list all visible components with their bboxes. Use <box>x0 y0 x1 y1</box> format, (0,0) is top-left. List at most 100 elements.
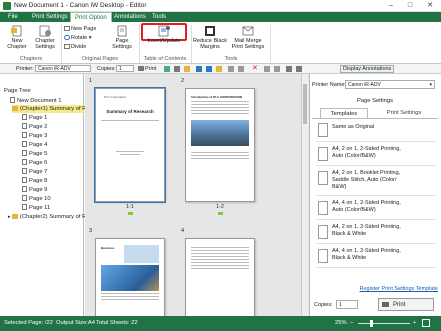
tree-page-label: Page 1 <box>29 115 48 121</box>
copy-icon[interactable] <box>196 66 202 72</box>
template-item-3[interactable]: A4, 4 on 1, 2-Sided Printing, Auto (Colo… <box>316 198 436 220</box>
tree-page-label: Page 5 <box>29 151 48 157</box>
copies-pane-input[interactable]: 1 <box>336 300 358 309</box>
reduce-margins-icon <box>203 25 217 37</box>
ribbon-tab-bar: File Print Settings Print Option Annotat… <box>0 12 441 22</box>
new-page-icon <box>64 26 70 32</box>
undo-icon[interactable] <box>164 66 170 72</box>
print-toolbar-button[interactable]: Print <box>138 66 156 72</box>
fit-page-icon[interactable] <box>422 319 430 327</box>
zoom-slider-thumb[interactable] <box>370 320 373 327</box>
print-toolbar-label: Print <box>145 66 157 72</box>
mail-merge-icon <box>241 25 255 37</box>
printer-select[interactable]: Canon iR-ADV <box>35 65 91 72</box>
tree-page-label: Page 6 <box>29 160 48 166</box>
text-line <box>101 120 159 121</box>
maximize-button[interactable]: □ <box>403 1 417 11</box>
display-annotations-button[interactable]: Display Annotations <box>340 65 395 73</box>
tree-page-label: Page 8 <box>29 178 48 184</box>
tab-templates[interactable]: Templates <box>320 108 368 118</box>
chapter-settings-button[interactable]: Chapter Settings <box>32 25 58 50</box>
page-marker <box>218 212 223 215</box>
scrollbar-thumb[interactable] <box>303 84 307 124</box>
tree-page-label: Page 2 <box>29 124 48 130</box>
tab-print-settings-pane[interactable]: Print Settings <box>374 108 434 118</box>
zoom-in-icon[interactable]: + <box>413 320 416 326</box>
tree-root[interactable]: New Document 1 <box>10 97 61 105</box>
reduce-black-margins-button[interactable]: Reduce Black Margins <box>193 25 227 50</box>
copies-input[interactable]: 1 <box>116 65 134 72</box>
tree-page-2[interactable]: Page 2 <box>22 123 47 131</box>
paste-icon[interactable] <box>206 66 212 72</box>
template-item-5[interactable]: A4, 4 on 1, 2-Sided Printing, Black & Wh… <box>316 246 436 268</box>
zoom-icon[interactable] <box>238 66 244 72</box>
divide-button[interactable]: Divide <box>64 44 86 50</box>
register-template-link[interactable]: Register Print Settings Template <box>312 286 438 292</box>
close-button[interactable]: ✕ <box>423 1 437 11</box>
group-table-of-contents-label: Table of Contents <box>143 56 187 62</box>
text-line <box>191 259 249 260</box>
page1-title: Summary of Research <box>106 109 154 114</box>
next-page-icon[interactable] <box>286 66 292 72</box>
text-line <box>191 253 249 254</box>
new-chapter-button[interactable]: New Chapter <box>4 25 30 50</box>
printer-name-select[interactable]: Canon iR-ADV ▾ <box>345 80 435 89</box>
save-icon[interactable] <box>174 66 180 72</box>
tree-page-11[interactable]: Page 11 <box>22 204 50 212</box>
tab-annotations[interactable]: Annotations <box>110 12 150 22</box>
page-settings-button[interactable]: Page Settings <box>108 25 136 50</box>
page-thumbnail-4[interactable] <box>185 238 255 318</box>
tree-page-7[interactable]: Page 7 <box>22 168 47 176</box>
zoom-slider[interactable] <box>358 323 410 324</box>
divide-icon <box>64 44 70 50</box>
first-page-icon[interactable] <box>264 66 270 72</box>
last-page-icon[interactable] <box>296 66 302 72</box>
tree-page-8[interactable]: Page 8 <box>22 177 47 185</box>
page3-heading: Business <box>101 246 115 250</box>
mail-merge-print-settings-button[interactable]: Mail Merge Print Settings <box>230 25 266 50</box>
tree-page-1[interactable]: Page 1 <box>22 114 47 122</box>
folder-icon[interactable] <box>184 66 190 72</box>
tab-print-option[interactable]: Print Option <box>70 12 112 22</box>
text-line <box>101 296 159 297</box>
vertical-scrollbar[interactable] <box>301 74 308 316</box>
prev-page-icon[interactable] <box>274 66 280 72</box>
app-icon <box>3 2 11 10</box>
toolbar: Printer: Canon iR-ADV Copies: 1 Print ✕ … <box>0 64 441 74</box>
zoom-out-icon[interactable]: − <box>350 320 353 326</box>
tree-page-3[interactable]: Page 3 <box>22 132 47 140</box>
tree-chapter2[interactable]: ▸ (Chapter2) Summary of Re <box>8 213 90 221</box>
template-item-2[interactable]: A4, 2 on 1, Booklet Printing, Saddle Sti… <box>316 168 436 196</box>
new-page-button[interactable]: New Page <box>64 26 96 32</box>
move-icon[interactable] <box>216 66 222 72</box>
tree-page-4[interactable]: Page 4 <box>22 141 47 149</box>
template-item-1[interactable]: A4, 2 on 1, 2-Sided Printing, Auto (Colo… <box>316 144 436 166</box>
tree-page-10[interactable]: Page 10 <box>22 195 51 203</box>
minimize-button[interactable]: – <box>384 1 398 11</box>
page-icon <box>22 150 27 157</box>
tree-page-5[interactable]: Page 5 <box>22 150 47 158</box>
rotate-button[interactable]: Rotate ▾ <box>64 35 92 41</box>
page-thumbnail-2[interactable]: Introduction of PLC CORPORATION <box>185 88 255 202</box>
text-line <box>191 265 249 266</box>
tab-file[interactable]: File <box>4 12 22 22</box>
delete-icon[interactable]: ✕ <box>252 65 258 72</box>
tree-chapter1[interactable]: (Chapter1) Summary of Re <box>12 105 92 113</box>
tree-chapter1-label: (Chapter1) Summary of Re <box>20 106 90 112</box>
insert-update-button[interactable]: Insert/Update <box>143 25 185 44</box>
template-thumb <box>318 225 328 239</box>
rotate-icon <box>64 35 70 41</box>
tab-tools[interactable]: Tools <box>148 12 170 22</box>
text-line <box>191 256 249 257</box>
tree-page-label: Page 10 <box>29 196 51 202</box>
template-item-0[interactable]: Same as Original <box>316 120 436 142</box>
page-thumbnail-3[interactable]: Business <box>95 238 165 318</box>
view-icon[interactable] <box>228 66 234 72</box>
page-thumbnail-1[interactable]: PLC Corporation Summary of Research <box>94 87 166 203</box>
document-icon <box>10 97 15 104</box>
status-zoom: 25% <box>335 320 347 326</box>
tab-print-settings[interactable]: Print Settings <box>28 12 72 22</box>
template-item-4[interactable]: A4, 2 on 1, 2-Sided Printing, Black & Wh… <box>316 222 436 244</box>
tree-page-6[interactable]: Page 6 <box>22 159 47 167</box>
tree-page-9[interactable]: Page 9 <box>22 186 47 194</box>
